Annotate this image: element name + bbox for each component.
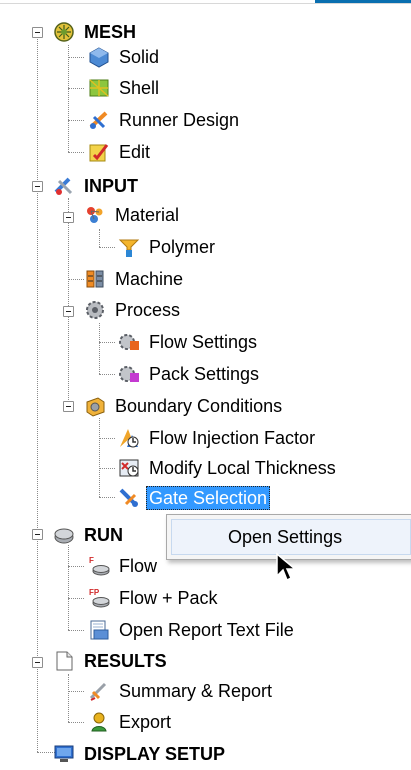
tree-line	[68, 722, 84, 723]
tree-node-mesh[interactable]: MESH	[53, 18, 139, 46]
tree-line	[68, 630, 84, 631]
tree-node-gate-selection[interactable]: Gate Selection	[118, 484, 271, 512]
export-icon	[91, 712, 107, 732]
edit-icon	[89, 144, 109, 162]
tree-node-input[interactable]: INPUT	[53, 172, 141, 200]
collapse-toggle-process[interactable]	[63, 306, 74, 317]
tree-node-results[interactable]: RESULTS	[53, 647, 170, 675]
tree-line	[68, 88, 84, 89]
tree-node-boundary-conditions[interactable]: Boundary Conditions	[84, 392, 285, 420]
collapse-toggle-run[interactable]	[32, 529, 43, 540]
summary-icon	[89, 682, 107, 701]
results-icon	[56, 651, 73, 671]
collapse-toggle-mesh[interactable]	[32, 27, 43, 38]
tree-node-flow-pack[interactable]: FP Flow + Pack	[88, 584, 221, 612]
tree-node-run[interactable]: RUN	[53, 521, 126, 549]
tree-node-modify-local-thickness[interactable]: Modify Local Thickness	[118, 454, 339, 482]
tree-line	[37, 32, 38, 752]
tree-line	[99, 497, 115, 498]
tree-line	[68, 198, 69, 408]
tree-line	[68, 691, 84, 692]
mouse-cursor-icon	[276, 552, 298, 582]
pack-settings-icon	[119, 366, 139, 382]
context-menu-item-open-settings[interactable]: Open Settings	[171, 519, 411, 555]
project-tree: MESH Solid Shell Runner Design Edit INPU…	[0, 0, 411, 770]
tree-node-material[interactable]: Material	[84, 201, 182, 229]
tree-line	[99, 438, 115, 439]
tree-node-pack-settings[interactable]: Pack Settings	[118, 360, 262, 388]
tree-node-runner-design[interactable]: Runner Design	[88, 106, 242, 134]
gate-selection-icon	[119, 488, 138, 507]
tree-line	[68, 57, 84, 58]
solid-icon	[89, 47, 109, 68]
tree-node-shell[interactable]: Shell	[88, 74, 162, 102]
collapse-toggle-boundary[interactable]	[63, 401, 74, 412]
input-icon	[54, 177, 73, 195]
modify-thickness-icon	[119, 459, 139, 477]
tree-node-process[interactable]: Process	[84, 296, 183, 324]
flow-pack-icon: FP	[89, 588, 110, 608]
tree-node-export[interactable]: Export	[88, 708, 174, 736]
tree-line	[99, 374, 115, 375]
tree-line	[68, 45, 69, 152]
machine-icon	[86, 270, 104, 288]
tree-node-flow-injection-factor[interactable]: Flow Injection Factor	[118, 424, 318, 452]
tree-line	[99, 468, 115, 469]
mesh-icon	[54, 22, 74, 42]
svg-text:F: F	[89, 556, 94, 565]
tree-line	[99, 323, 100, 374]
collapse-toggle-material[interactable]	[63, 212, 74, 223]
tree-node-polymer[interactable]: Polymer	[118, 233, 218, 261]
material-icon	[87, 207, 103, 223]
tree-line	[99, 418, 100, 497]
tree-node-summary-report[interactable]: Summary & Report	[88, 677, 275, 705]
shell-icon	[89, 79, 109, 97]
tree-node-edit[interactable]: Edit	[88, 138, 153, 166]
tree-line	[68, 674, 69, 722]
tree-node-solid[interactable]: Solid	[88, 43, 162, 71]
collapse-toggle-results[interactable]	[32, 657, 43, 668]
svg-text:FP: FP	[89, 588, 100, 597]
process-icon	[86, 301, 104, 319]
tree-line	[68, 545, 69, 630]
display-icon	[54, 745, 74, 762]
flow-icon: F	[89, 556, 110, 576]
tree-line	[99, 229, 100, 247]
flow-settings-icon	[119, 334, 139, 350]
report-file-icon	[90, 620, 109, 640]
tree-node-open-report-text-file[interactable]: Open Report Text File	[88, 616, 297, 644]
boundary-conditions-icon	[86, 397, 105, 417]
tree-line	[99, 247, 115, 248]
flow-injection-icon	[120, 429, 139, 448]
tree-line	[68, 152, 84, 153]
run-icon	[54, 528, 74, 544]
tree-line	[68, 598, 84, 599]
collapse-toggle-input[interactable]	[32, 181, 43, 192]
tree-node-flow-settings[interactable]: Flow Settings	[118, 328, 260, 356]
tree-node-flow[interactable]: F Flow	[88, 552, 160, 580]
polymer-icon	[118, 239, 140, 257]
tree-line	[99, 342, 115, 343]
tree-node-machine[interactable]: Machine	[84, 265, 186, 293]
tree-line	[68, 279, 84, 280]
tree-node-display-setup[interactable]: DISPLAY SETUP	[53, 740, 228, 768]
tree-line	[68, 120, 84, 121]
tree-line	[68, 566, 84, 567]
runner-design-icon	[89, 111, 108, 129]
